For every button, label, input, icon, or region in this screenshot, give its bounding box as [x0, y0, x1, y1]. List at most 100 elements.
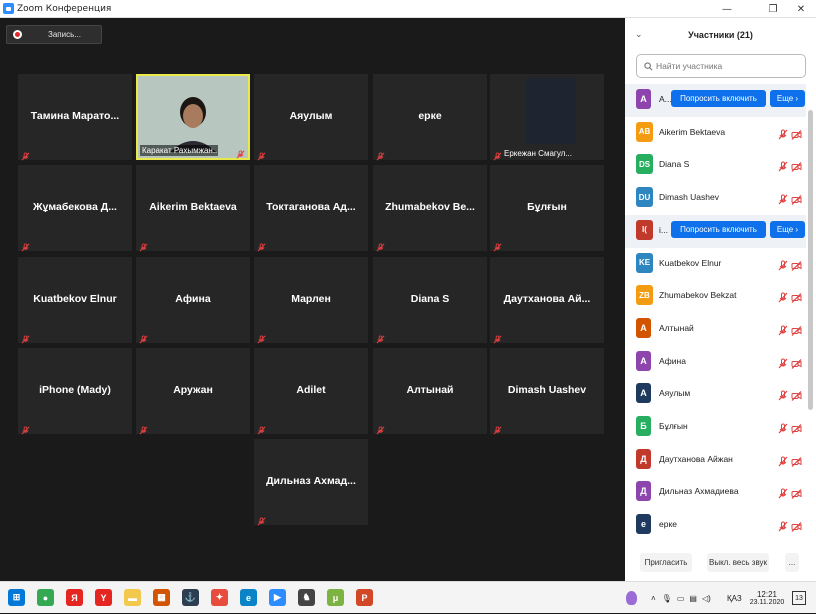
mute-all-button[interactable]: Выкл. весь звук	[707, 553, 769, 572]
video-tile[interactable]: Zhumabekov Be...	[373, 165, 487, 252]
participant-name: Аяулым	[659, 388, 691, 399]
participant-row[interactable]: Д Дильназ Ахмадиева	[625, 476, 806, 509]
notifications-badge: 13	[792, 591, 806, 605]
video-tile[interactable]: Аружан	[136, 348, 250, 435]
close-button[interactable]: ✕	[786, 0, 816, 18]
more-options-button[interactable]: ...	[785, 553, 799, 572]
video-tile[interactable]: Тамина Марато...	[18, 74, 132, 161]
video-tile[interactable]: Марлен	[254, 257, 368, 344]
volume-icon[interactable]: ◁)	[702, 594, 711, 603]
video-tile[interactable]: Adilet	[254, 348, 368, 435]
muted-mic-icon	[778, 421, 788, 434]
yandex-icon[interactable]: Я	[66, 589, 83, 606]
search-input[interactable]	[656, 61, 796, 71]
video-tile[interactable]: Жұмабекова Д...	[18, 165, 132, 252]
minimize-button[interactable]: —	[712, 0, 742, 18]
participant-row[interactable]: е ерке	[625, 509, 806, 542]
game-app-icon[interactable]: ♞	[298, 589, 315, 606]
video-off-icon	[791, 290, 802, 304]
video-tile[interactable]: Каракат Рахымжан...	[136, 74, 250, 160]
video-tile[interactable]: Алтынай	[373, 348, 487, 435]
video-tile[interactable]: iPhone (Mady)	[18, 348, 132, 435]
video-tile[interactable]: Дильназ Ахмад...	[254, 439, 368, 526]
avatar: AB	[636, 121, 653, 142]
video-tile[interactable]: Бұлғын	[490, 165, 604, 252]
video-off-icon	[791, 486, 802, 500]
muted-mic-icon	[21, 331, 30, 344]
participant-row[interactable]: Б Бұлғын	[625, 411, 806, 444]
edge-icon[interactable]: e	[240, 589, 257, 606]
participant-row[interactable]: ZB Zhumabekov Bekzat	[625, 280, 806, 313]
participant-row[interactable]: А А... Попросить включить Еще ›	[625, 84, 806, 117]
participant-row[interactable]: I(i... Попросить включить Еще ›	[625, 214, 806, 248]
participant-row[interactable]: DS Diana S	[625, 149, 806, 182]
video-tile[interactable]: ерке	[373, 74, 487, 161]
maximize-button[interactable]: ❐	[758, 0, 788, 18]
muted-mic-icon	[778, 323, 788, 336]
participant-row[interactable]: А Алтынай	[625, 313, 806, 346]
participant-row[interactable]: DU Dimash Uashev	[625, 182, 806, 215]
cortana-icon[interactable]	[626, 591, 637, 605]
language-indicator[interactable]: ҚАЗ	[727, 582, 742, 614]
battery-icon[interactable]: ▭	[677, 594, 685, 603]
record-icon	[13, 30, 22, 39]
video-tile[interactable]: Даутханова Ай...	[490, 257, 604, 344]
video-tile[interactable]: Токтаганова Ад...	[254, 165, 368, 252]
avatar: DU	[636, 187, 653, 208]
participants-panel: ⌄ Участники (21) АА...Попросить включить…	[625, 18, 816, 581]
muted-mic-icon	[139, 422, 148, 435]
avatar: А	[636, 89, 651, 109]
anchor-app-icon[interactable]: ⚓	[182, 589, 199, 606]
windows-start-icon[interactable]: ⊞	[8, 589, 25, 606]
participant-row[interactable]: AB Aikerim Bektaeva	[625, 117, 806, 150]
avatar: е	[636, 514, 651, 535]
participant-name: А...	[659, 94, 672, 104]
clock[interactable]: 12:21 23.11.2020	[748, 582, 786, 614]
tile-name: Аяулым	[289, 110, 333, 122]
participant-row[interactable]: Д Даутханова Айжан	[625, 444, 806, 477]
torrent-icon[interactable]: μ	[327, 589, 344, 606]
ask-to-unmute-button[interactable]: Попросить включить	[671, 220, 766, 238]
chrome-icon[interactable]: ●	[37, 589, 54, 606]
zoom-icon[interactable]: ▶	[269, 589, 286, 606]
muted-mic-icon	[139, 331, 148, 344]
video-tile[interactable]: Аяулым	[254, 74, 368, 161]
participants-header: ⌄ Участники (21)	[625, 18, 816, 54]
avatar: А	[636, 317, 651, 338]
paint-app-icon[interactable]: ✦	[211, 589, 228, 606]
store-icon[interactable]: ▦	[153, 589, 170, 606]
participant-more-button[interactable]: Еще ›	[770, 220, 805, 238]
participant-name: ерке	[659, 519, 677, 530]
video-tile[interactable]: Еркежан Смагул...	[490, 74, 604, 161]
ask-to-unmute-button[interactable]: Попросить включить	[671, 90, 766, 107]
participant-list-scrollbar[interactable]	[808, 84, 813, 546]
participant-search[interactable]	[636, 54, 806, 78]
muted-mic-icon	[778, 454, 788, 467]
microphone-icon[interactable]: 🎙	[662, 594, 672, 603]
muted-mic-icon	[778, 388, 788, 401]
recording-button[interactable]: Запись...	[6, 25, 102, 44]
participant-row[interactable]: А Афина	[625, 346, 806, 379]
network-icon[interactable]: ▤	[689, 594, 697, 603]
video-tile[interactable]: Афина	[136, 257, 250, 344]
tile-name: Тамина Марато...	[30, 110, 120, 122]
video-tile[interactable]: Aikerim Bektaeva	[136, 165, 250, 252]
participant-row[interactable]: KE Kuatbekov Elnur	[625, 248, 806, 281]
invite-button[interactable]: Пригласить	[640, 553, 692, 572]
avatar: I(	[636, 219, 653, 240]
video-off-icon	[791, 159, 802, 173]
clock-date: 23.11.2020	[749, 599, 785, 606]
muted-mic-icon	[21, 422, 30, 435]
file-explorer-icon[interactable]: ▬	[124, 589, 141, 606]
video-tile[interactable]: Dimash Uashev	[490, 348, 604, 435]
presentation-icon[interactable]: P	[356, 589, 373, 606]
notification-center[interactable]: 13	[792, 582, 806, 614]
video-tile[interactable]: Diana S	[373, 257, 487, 344]
tray-chevron-icon[interactable]: ˄	[651, 594, 656, 603]
muted-mic-icon	[778, 258, 788, 270]
participant-more-button[interactable]: Еще ›	[770, 90, 805, 107]
video-tile[interactable]: Kuatbekov Elnur	[18, 257, 132, 344]
participant-row[interactable]: А Аяулым	[625, 378, 806, 411]
yandex-browser-icon[interactable]: Y	[95, 589, 112, 606]
muted-mic-icon	[21, 148, 30, 161]
